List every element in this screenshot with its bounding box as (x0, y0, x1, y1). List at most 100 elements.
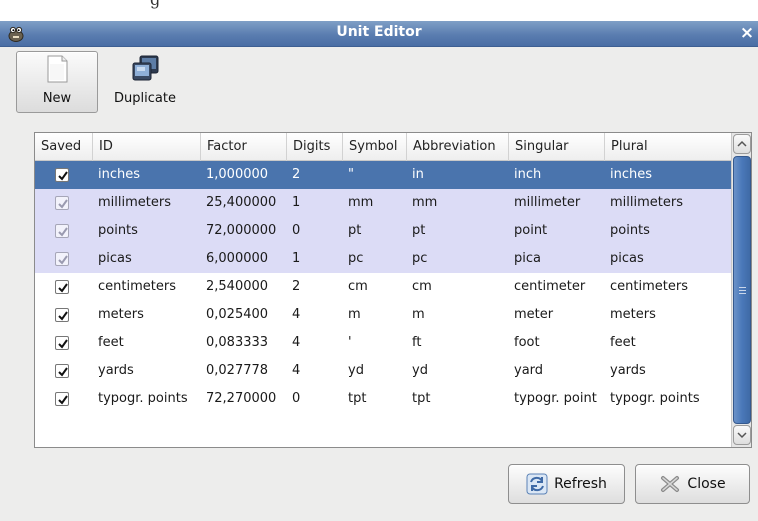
cell-factor: 0,027778 (206, 363, 269, 378)
vertical-scrollbar[interactable] (731, 133, 751, 447)
new-document-icon (47, 55, 68, 83)
cell-singular: foot (514, 335, 540, 350)
grip-line (739, 287, 746, 288)
saved-checkbox[interactable] (55, 392, 69, 406)
table-row[interactable]: inches 1,000000 2 " in inch inches (35, 161, 732, 189)
scroll-up-button[interactable] (733, 134, 751, 154)
cell-digits: 1 (292, 251, 301, 266)
cell-id: yards (98, 363, 134, 378)
saved-checkbox[interactable] (55, 364, 69, 378)
cell-id: inches (98, 167, 141, 182)
new-button[interactable]: New (16, 51, 98, 113)
cell-plural: picas (610, 251, 644, 266)
grip-line (739, 290, 746, 291)
column-header-singular[interactable]: Singular (508, 133, 604, 161)
refresh-button[interactable]: Refresh (508, 464, 625, 504)
cell-abbreviation: cm (412, 279, 432, 294)
cell-plural: meters (610, 307, 656, 322)
cell-symbol: pt (348, 223, 362, 238)
cell-symbol: " (348, 167, 354, 182)
checkmark-icon (58, 395, 68, 405)
cell-abbreviation: pc (412, 251, 428, 266)
column-header-factor[interactable]: Factor (200, 133, 286, 161)
cell-symbol: m (348, 307, 361, 322)
checkmark-icon (58, 227, 68, 237)
cell-plural: feet (610, 335, 636, 350)
table-row[interactable]: feet 0,083333 4 ' ft foot feet (35, 329, 732, 357)
table-row[interactable]: typogr. points 72,270000 0 tpt tpt typogr. po… (35, 385, 732, 413)
cell-singular: millimeter (514, 195, 581, 210)
saved-checkbox[interactable] (55, 280, 69, 294)
cell-id: typogr. points (98, 391, 188, 406)
cell-singular: meter (514, 307, 554, 322)
saved-checkbox[interactable] (55, 252, 69, 266)
table-row[interactable]: points 72,000000 0 pt pt point points (35, 217, 732, 245)
grip-line (739, 293, 746, 294)
saved-checkbox[interactable] (55, 224, 69, 238)
cell-abbreviation: in (412, 167, 424, 182)
column-header-id[interactable]: ID (92, 133, 200, 161)
cell-factor: 0,025400 (206, 307, 269, 322)
table-row[interactable]: picas 6,000000 1 pc pc pica picas (35, 245, 732, 273)
cell-digits: 0 (292, 391, 301, 406)
column-header-abbreviation[interactable]: Abbreviation (406, 133, 508, 161)
table-row[interactable]: yards 0,027778 4 yd yd yard yards (35, 357, 732, 385)
saved-checkbox[interactable] (55, 168, 69, 182)
window-close-icon[interactable]: × (738, 24, 756, 42)
unit-editor-window: Unit Editor × New Duplicate Saved ID Fac… (0, 21, 758, 521)
cell-singular: inch (514, 167, 542, 182)
refresh-icon (526, 473, 548, 495)
cell-singular: point (514, 223, 548, 238)
column-header-symbol[interactable]: Symbol (342, 133, 406, 161)
cell-digits: 4 (292, 307, 301, 322)
scroll-down-button[interactable] (733, 425, 751, 445)
checkmark-icon (58, 283, 68, 293)
cell-singular: centimeter (514, 279, 586, 294)
checkmark-icon (58, 367, 68, 377)
saved-checkbox[interactable] (55, 336, 69, 350)
cell-abbreviation: m (412, 307, 425, 322)
saved-checkbox[interactable] (55, 308, 69, 322)
cell-abbreviation: ft (412, 335, 422, 350)
dialog-title: Unit Editor (336, 24, 422, 40)
duplicate-button[interactable]: Duplicate (104, 51, 186, 113)
column-header-digits[interactable]: Digits (286, 133, 342, 161)
table-row[interactable]: meters 0,025400 4 m m meter meters (35, 301, 732, 329)
cell-symbol: mm (348, 195, 374, 210)
close-button[interactable]: Close (635, 464, 750, 504)
table-row[interactable]: centimeters 2,540000 2 cm cm centimeter centim… (35, 273, 732, 301)
cell-digits: 4 (292, 363, 301, 378)
chevron-up-icon (737, 140, 747, 147)
cell-id: centimeters (98, 279, 176, 294)
cell-factor: 0,083333 (206, 335, 269, 350)
close-icon (661, 476, 680, 492)
background-window: g (0, 0, 758, 22)
cell-id: feet (98, 335, 124, 350)
new-button-label: New (42, 91, 72, 106)
cell-symbol: yd (348, 363, 364, 378)
table-row[interactable]: millimeters 25,400000 1 mm mm millimeter milli… (35, 189, 732, 217)
cell-plural: centimeters (610, 279, 688, 294)
cell-symbol: pc (348, 251, 364, 266)
close-button-label: Close (687, 476, 726, 492)
checkmark-icon (58, 339, 68, 349)
chevron-down-icon (737, 432, 747, 439)
cell-plural: yards (610, 363, 646, 378)
cell-factor: 72,000000 (206, 223, 277, 238)
cell-symbol: ' (348, 335, 352, 350)
cell-singular: pica (514, 251, 541, 266)
scrollbar-thumb[interactable] (733, 156, 751, 424)
column-header-plural[interactable]: Plural (604, 133, 732, 161)
cell-abbreviation: mm (412, 195, 438, 210)
cell-id: meters (98, 307, 144, 322)
table-header: Saved ID Factor Digits Symbol Abbreviati… (35, 133, 732, 161)
cell-digits: 2 (292, 279, 301, 294)
titlebar[interactable]: Unit Editor × (0, 21, 758, 47)
column-header-saved[interactable]: Saved (35, 133, 92, 161)
cell-abbreviation: yd (412, 363, 428, 378)
checkmark-icon (58, 199, 68, 209)
cell-id: picas (98, 251, 132, 266)
cell-plural: typogr. points (610, 391, 700, 406)
saved-checkbox[interactable] (55, 196, 69, 210)
cell-factor: 25,400000 (206, 195, 277, 210)
